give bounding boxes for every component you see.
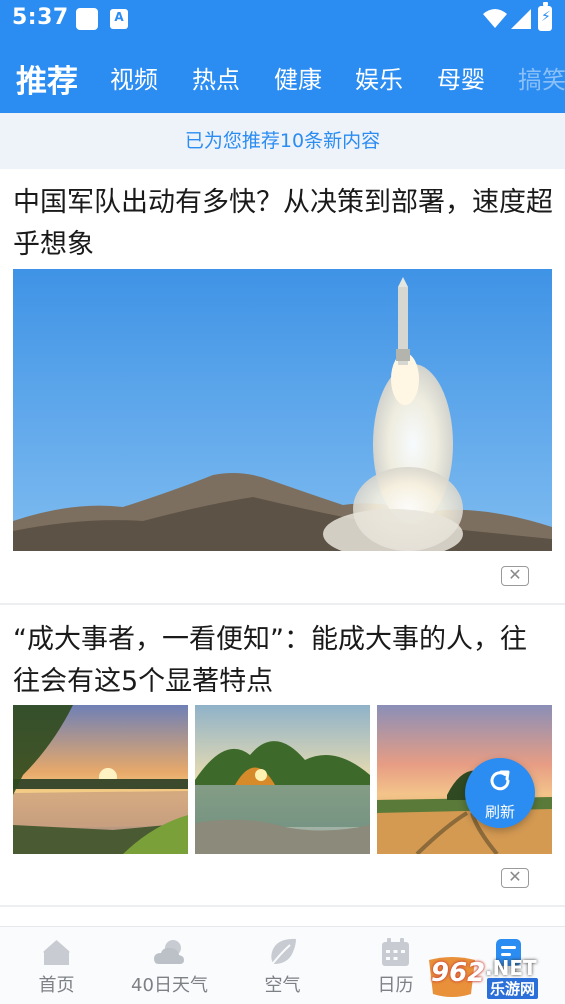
news-item[interactable]: 中国军队出动有多快？从决策到部署，速度超乎想象 ✕ xyxy=(0,169,565,605)
status-bar: 5:37 A ⚡ xyxy=(0,0,565,38)
calendar-icon xyxy=(382,938,409,966)
refresh-button[interactable]: 刷新 xyxy=(465,758,535,828)
nav-label: 首页 xyxy=(38,975,75,996)
tab-health[interactable]: 健康 xyxy=(274,60,322,95)
watermark-number: 962 xyxy=(431,958,486,988)
home-icon xyxy=(43,940,70,965)
refresh-banner: 已为您推荐10条新内容 xyxy=(0,113,565,169)
tab-funny[interactable]: 搞笑 xyxy=(518,60,565,95)
notification-icon xyxy=(76,8,98,30)
dismiss-button[interactable]: ✕ xyxy=(501,868,529,888)
nav-label: 空气 xyxy=(264,975,301,996)
cloud-icon xyxy=(154,940,184,964)
battery-icon: ⚡ xyxy=(538,2,552,31)
status-time: 5:37 xyxy=(12,5,69,30)
watermark-logo: 962 .NET 乐游网 xyxy=(425,952,560,1000)
news-title[interactable]: “成大事者，一看便知”：能成大事的人，往往会有这5个显著特点 xyxy=(13,619,553,703)
watermark-cn: 乐游网 xyxy=(487,978,539,999)
nav-weather-40d[interactable]: 40日天气 xyxy=(113,927,226,1004)
tab-parenting[interactable]: 母婴 xyxy=(437,60,485,95)
wifi-icon xyxy=(483,9,507,28)
app-screen: 5:37 A ⚡ 推荐 视频 热点 健康 娱乐 母婴 搞笑 已为您推荐10条新内… xyxy=(0,0,565,1004)
nav-label: 40日天气 xyxy=(131,975,208,996)
header: 5:37 A ⚡ 推荐 视频 热点 健康 娱乐 母婴 搞笑 xyxy=(0,0,565,113)
watermark-suffix: .NET xyxy=(485,956,537,980)
dismiss-button[interactable]: ✕ xyxy=(501,566,529,586)
news-item[interactable]: “成大事者，一看便知”：能成大事的人，往往会有这5个显著特点 ✕ xyxy=(0,607,565,907)
news-title[interactable]: 中国军队出动有多快？从决策到部署，速度超乎想象 xyxy=(13,182,553,266)
missile-launch-photo[interactable] xyxy=(13,269,552,551)
nav-air[interactable]: 空气 xyxy=(226,927,339,1004)
signal-icon xyxy=(511,9,531,29)
leaf-icon xyxy=(269,938,296,968)
divider xyxy=(0,603,565,605)
nav-home[interactable]: 首页 xyxy=(0,927,113,1004)
app-badge-icon: A xyxy=(110,9,128,29)
lake-autumn-trees-photo[interactable] xyxy=(195,705,370,854)
refresh-label: 刷新 xyxy=(484,803,515,821)
app-badge-letter: A xyxy=(114,10,124,24)
tab-hot[interactable]: 热点 xyxy=(192,60,240,95)
sunset-river-photo[interactable] xyxy=(13,705,188,854)
divider xyxy=(0,905,565,907)
category-tabs: 推荐 视频 热点 健康 娱乐 母婴 搞笑 xyxy=(0,52,565,104)
tab-video[interactable]: 视频 xyxy=(110,60,158,95)
refresh-icon xyxy=(490,770,510,791)
tab-entertainment[interactable]: 娱乐 xyxy=(355,60,403,95)
tab-recommend[interactable]: 推荐 xyxy=(16,56,78,101)
